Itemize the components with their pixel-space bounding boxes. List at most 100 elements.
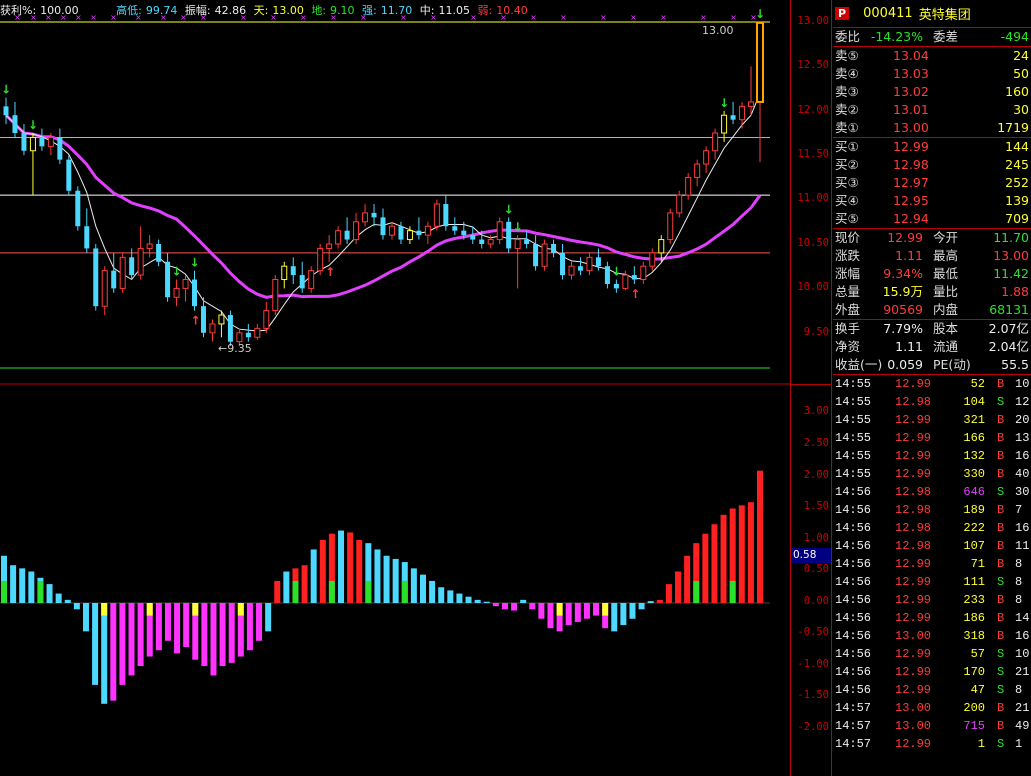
tick-price: 12.99 [895, 593, 932, 607]
tick-side: B [997, 719, 1005, 733]
candle-body [137, 247, 144, 276]
candle-body [326, 243, 333, 249]
candle-body [281, 265, 288, 281]
bids-label: 买④ [835, 193, 859, 208]
asks-row[interactable]: 卖③ 13.02 160 [833, 83, 1031, 101]
kline-chart[interactable]: ↓↓↓↓↓↓↓↓↓↑↑↑13.00←9.35× × × × × × × × × × × × × × × × × ×… [0, 0, 790, 776]
osc-bar-overlay [693, 580, 700, 603]
fundamentals-value: 7.79% [883, 321, 923, 336]
osc-bar [438, 587, 445, 603]
kline-chart-area[interactable]: ↓ ↓ ↓ ↓ ↓ ↓ ↓ ↓ ↓ ↑ ↑ ↑ 13.00 ←9.35 × × × × × × × × × × × × × × × × × ×… [0, 0, 790, 776]
quote-label: 量比 [933, 284, 959, 299]
osc-bar-overlay [1, 580, 7, 603]
osc-bar [374, 549, 381, 603]
osc-bar [520, 599, 527, 603]
osc-bar [119, 603, 126, 685]
tick-row: 14:57 12.99 1 S 1 [833, 735, 1031, 753]
tick-price: 12.99 [895, 683, 932, 697]
tick-count: 21 [1015, 701, 1030, 715]
bids-row[interactable]: 买③ 12.97 252 [833, 174, 1031, 192]
tick-time: 14:56 [835, 647, 872, 661]
high-annotation: 13.00 [702, 24, 734, 37]
bids-row[interactable]: 买④ 12.95 139 [833, 192, 1031, 210]
candle-body [730, 115, 736, 120]
candle-body [21, 133, 27, 151]
tick-time: 14:55 [835, 395, 872, 409]
asks-volume: 1719 [997, 120, 1029, 135]
tick-count: 40 [1015, 467, 1030, 481]
osc-bar-overlay [365, 580, 372, 603]
osc-bar-overlay [602, 603, 609, 616]
candle-body [272, 279, 279, 312]
tick-row: 14:56 12.99 233 B 8 [833, 591, 1031, 609]
tick-count: 10 [1015, 377, 1030, 391]
osc-bar [465, 596, 472, 603]
fundamentals-label: PE(动) [933, 357, 971, 372]
weibi-section: 委比 -14.23% 委差 -494 [833, 28, 1031, 47]
osc-bar [82, 603, 89, 632]
price-tick: 11.00 [797, 192, 829, 204]
asks-row[interactable]: 卖① 13.00 1719 [833, 119, 1031, 137]
candle-body [245, 332, 251, 338]
candle-body [461, 230, 467, 236]
tick-time: 14:57 [835, 737, 872, 751]
osc-bar [274, 580, 281, 603]
sell-arrow-icon: ↓ [719, 96, 729, 110]
osc-bar-overlay [328, 580, 335, 603]
osc-bar [720, 514, 727, 603]
bids-row[interactable]: 买⑤ 12.94 709 [833, 210, 1031, 228]
quote-value: 11.70 [993, 230, 1029, 245]
fundamentals-value: 55.5 [1001, 357, 1029, 372]
osc-bar [301, 565, 308, 603]
tick-side: S [997, 575, 1005, 589]
highlow-label: 高低: [116, 4, 142, 17]
bid-list: 买① 12.99 144 买② 12.98 245 买③ 12.97 252 买④ 12.95 139… [833, 138, 1031, 229]
tick-volume: 1 [977, 737, 985, 751]
osc-tick: -0.50 [797, 626, 829, 638]
asks-row[interactable]: 卖② 13.01 30 [833, 101, 1031, 119]
osc-bar [593, 603, 600, 616]
candle-body [156, 244, 162, 262]
tick-row: 14:56 12.99 170 S 21 [833, 663, 1031, 681]
osc-bar [492, 603, 499, 607]
stock-code: 000411 [863, 6, 913, 21]
tick-price: 12.99 [895, 611, 932, 625]
osc-bar [19, 568, 26, 603]
quote-row: 外盘 90569 内盘 68131 [833, 301, 1031, 319]
tick-list[interactable]: 14:55 12.99 52 B 10 14:55 12.98 104 S 12 14:55 12.9… [833, 375, 1031, 753]
candle-body [524, 239, 530, 244]
tick-side: B [997, 629, 1005, 643]
asks-price: 13.04 [893, 48, 929, 63]
ma-line [4, 114, 762, 299]
asks-label: 卖① [835, 120, 859, 135]
candle-body [443, 204, 449, 227]
tick-time: 14:56 [835, 593, 872, 607]
osc-bar [675, 571, 682, 603]
tick-count: 16 [1015, 521, 1030, 535]
asks-row[interactable]: 卖⑤ 13.04 24 [833, 47, 1031, 65]
candle-body [658, 239, 665, 254]
osc-bar [64, 599, 71, 603]
quote-label: 今开 [933, 230, 959, 245]
candle-body [406, 230, 413, 241]
p-badge[interactable]: P [835, 7, 850, 20]
asks-row[interactable]: 卖④ 13.03 50 [833, 65, 1031, 83]
candle-body [335, 230, 342, 245]
tick-volume: 111 [963, 575, 985, 589]
candle-body [631, 275, 637, 280]
tick-volume: 222 [963, 521, 985, 535]
tick-time: 14:57 [835, 719, 872, 733]
quote-label: 内盘 [933, 302, 959, 317]
candle-body [649, 252, 656, 267]
tick-row: 14:57 13.00 715 B 49 [833, 717, 1031, 735]
tick-side: S [997, 737, 1005, 751]
osc-bar [265, 603, 272, 632]
candle-body [694, 163, 701, 178]
bids-row[interactable]: 买② 12.98 245 [833, 156, 1031, 174]
asks-label: 卖④ [835, 66, 859, 81]
osc-bar [155, 603, 162, 651]
bids-row[interactable]: 买① 12.99 144 [833, 138, 1031, 156]
tick-row: 14:56 12.99 47 S 8 [833, 681, 1031, 699]
candle-body [111, 270, 117, 289]
candle-body [595, 257, 601, 267]
